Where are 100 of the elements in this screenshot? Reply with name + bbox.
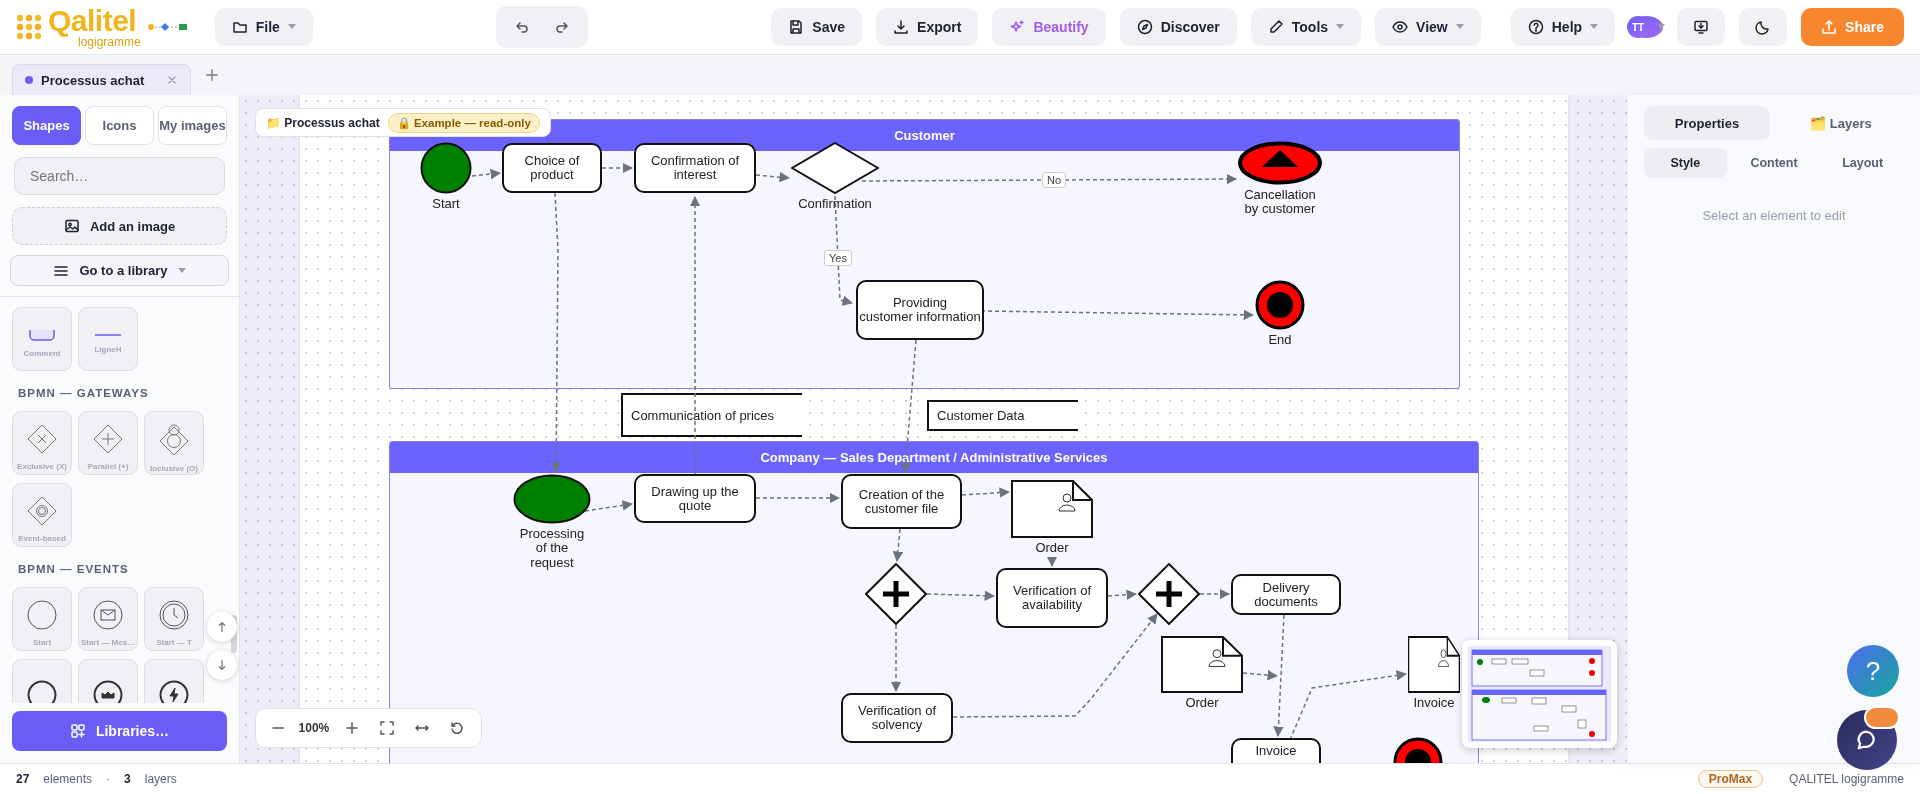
sparkle-icon [1009, 19, 1026, 35]
help-button[interactable]: Help [1510, 8, 1616, 46]
task-box: Creation of the customer file [841, 474, 962, 529]
edge-label: No [1041, 172, 1067, 188]
beautify-button[interactable]: Beautify [992, 8, 1106, 46]
grid-plus-icon [69, 723, 86, 739]
zoom-level: 100% [298, 721, 330, 735]
node-label: Order [1185, 696, 1219, 711]
event-gateway-icon [27, 495, 57, 526]
clock-icon [159, 599, 189, 630]
moon-icon [1755, 19, 1772, 35]
node-label: Cancellation by customer [1244, 188, 1316, 217]
parallel-gateway [1138, 563, 1200, 625]
sidebar-tab[interactable]: Shapes [12, 106, 81, 145]
task-box: Drawing up the quote [634, 474, 756, 523]
tools-button[interactable]: Tools [1250, 8, 1362, 46]
connector-arrow [1107, 589, 1138, 600]
section-heading: BPMN — GATEWAYS [18, 387, 150, 399]
connector-arrow [892, 528, 904, 563]
logo-mark-icon [16, 14, 42, 40]
task-box: Verification of availability [996, 568, 1108, 628]
document-shape [1408, 636, 1460, 693]
view-button[interactable]: View [1375, 8, 1481, 46]
end-event [1255, 280, 1305, 330]
node-label: Invoice [1413, 696, 1455, 711]
upload-icon [1821, 19, 1838, 35]
flow-icon [146, 22, 187, 32]
logo-subtitle: logigramme [78, 36, 141, 48]
download-icon [893, 19, 910, 35]
exclusive-gateway-icon [27, 423, 57, 454]
task-box: Providing customer information [856, 280, 984, 340]
libraries-button[interactable]: Libraries… [12, 711, 227, 751]
account-button[interactable]: TT [1629, 16, 1664, 38]
node-label: Order [1035, 541, 1069, 556]
envelope-circle-icon [93, 599, 123, 630]
minus-icon [271, 727, 284, 729]
edge-label: Yes [824, 250, 852, 266]
connector-arrow [584, 500, 634, 512]
present-button[interactable] [1677, 8, 1726, 46]
annotation-box: Communication of prices [621, 393, 802, 437]
properties-subtab[interactable]: Layout [1821, 148, 1904, 178]
library-dropdown[interactable]: Go to a library [10, 255, 229, 286]
undo-icon [514, 19, 531, 35]
task-box: Invoice [1231, 738, 1321, 763]
sidebar-tab[interactable]: My images [158, 106, 227, 145]
annotation-box: Customer Data [927, 400, 1078, 431]
panel-tab[interactable]: Properties [1644, 106, 1770, 140]
node-label: Start [432, 197, 460, 212]
node-label: Processing of the request [519, 527, 585, 570]
parallel-gateway [865, 563, 927, 625]
connector-arrow [890, 624, 902, 693]
layer-count: 3 [124, 772, 131, 786]
eye-icon [1392, 19, 1409, 35]
pencil-icon [1267, 19, 1284, 35]
separator: · [106, 772, 111, 786]
reset-icon [449, 720, 466, 736]
help-icon [1527, 19, 1544, 35]
search-field[interactable]: Search… [14, 157, 225, 195]
save-button[interactable]: Save [771, 8, 863, 46]
document-tab[interactable]: Processus achat [12, 64, 192, 95]
connector-arrow [471, 168, 502, 180]
elements-label: elements [43, 772, 93, 786]
sidebar-tab[interactable]: Icons [85, 106, 154, 145]
properties-subtab[interactable]: Content [1732, 148, 1816, 178]
circle-icon [27, 599, 57, 630]
fullscreen-icon [379, 720, 396, 736]
logo-name: Qalitel [48, 6, 138, 36]
properties-subtab[interactable]: Style [1644, 148, 1727, 178]
section-heading: BPMN — EVENTS [18, 563, 130, 575]
connector-arrow [601, 162, 634, 174]
connector-arrow [926, 590, 996, 601]
connector-arrow [961, 487, 1011, 498]
node-label: Confirmation [798, 197, 872, 212]
minimap[interactable] [1462, 640, 1617, 748]
brand-name: QALITEL logigramme [1789, 772, 1904, 786]
task-box: Delivery documents [1231, 574, 1341, 615]
parallel-gateway-icon [93, 423, 123, 454]
read-only-badge: 🔒 Example — read-only [387, 112, 540, 133]
image-icon [63, 218, 80, 234]
lane-header: Company — Sales Department / Administrative Services [390, 442, 1478, 473]
discover-button[interactable]: Discover [1119, 8, 1237, 46]
comment-shape-icon [29, 328, 55, 341]
export-button[interactable]: Export [876, 8, 979, 46]
node-label: End [1268, 333, 1292, 348]
theme-button[interactable] [1739, 8, 1788, 46]
layers-label: layers [144, 772, 177, 786]
plus-icon [344, 720, 361, 736]
folder-icon [231, 19, 248, 35]
task-box: Confirmation of interest [634, 143, 756, 193]
connector-arrow [1199, 588, 1231, 600]
add-image-button[interactable]: Add an image [12, 207, 227, 245]
file-button[interactable]: File [214, 8, 313, 46]
connector-arrow [755, 171, 791, 183]
redo-icon [554, 19, 571, 35]
monitor-icon [1693, 19, 1710, 35]
panel-tab[interactable]: 🗂 Layers [1778, 106, 1904, 140]
diagram-title: 📁 Processus achat [266, 115, 380, 130]
plan-badge: ProMax [1697, 770, 1764, 788]
task-box: Verification of solvency [841, 693, 953, 743]
inclusive-gateway-icon [159, 421, 189, 456]
